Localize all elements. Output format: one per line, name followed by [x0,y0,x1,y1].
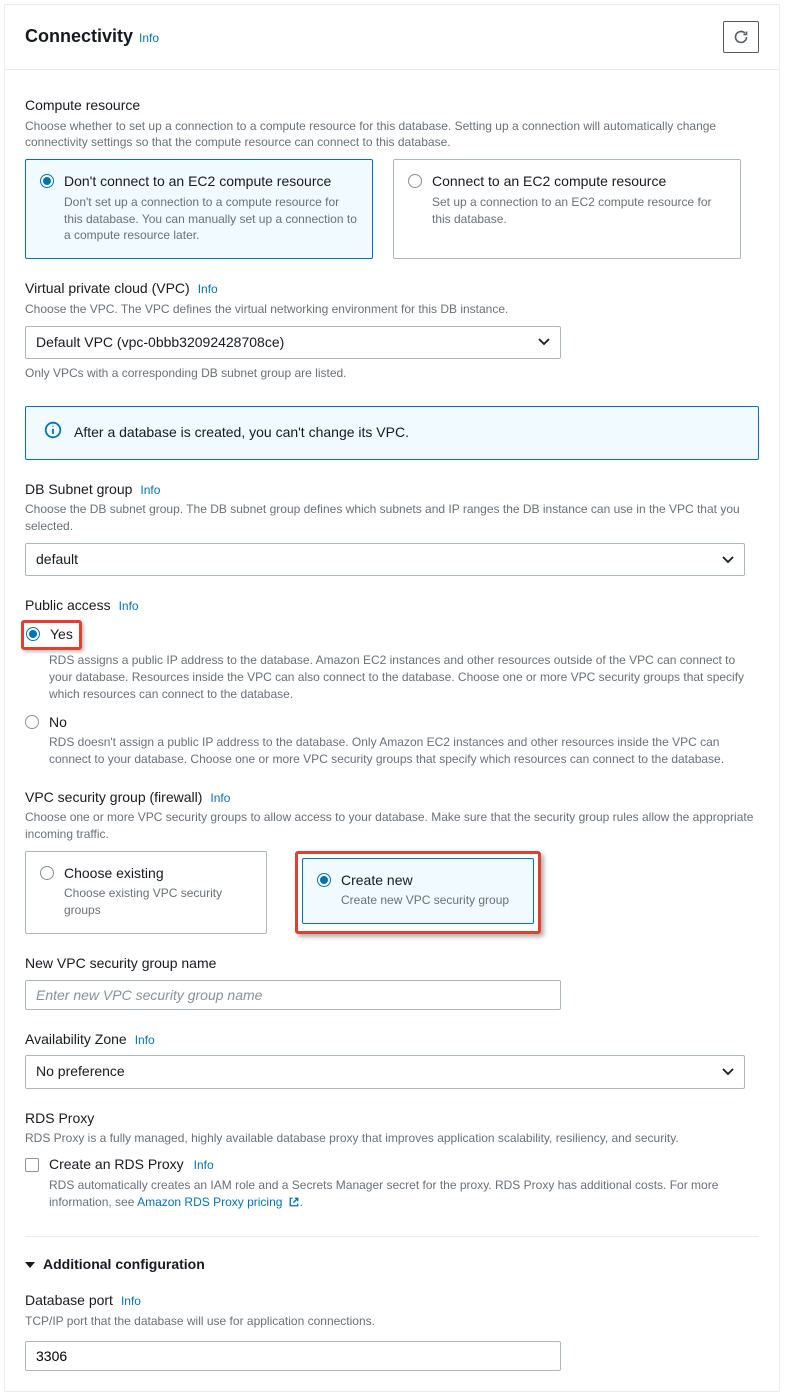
public-info-link[interactable]: Info [119,598,139,615]
vpc-desc: Choose the VPC. The VPC defines the virt… [25,301,759,318]
public-no-radio[interactable]: No [25,713,759,733]
compute-desc: Choose whether to set up a connection to… [25,118,759,152]
option-title: Connect to an EC2 compute resource [432,172,726,192]
port-input[interactable] [25,1341,561,1371]
az-info-link[interactable]: Info [135,1032,155,1049]
radio-icon [317,873,331,887]
caret-down-icon [25,1260,35,1270]
chevron-down-icon [538,338,550,346]
panel-header: Connectivity Info [5,5,779,69]
sg-name-input[interactable] [25,980,561,1010]
alert-text: After a database is created, you can't c… [74,423,409,443]
radio-icon [26,627,40,641]
compute-label: Compute resource [25,96,759,116]
public-yes-label: Yes [50,625,73,645]
vpc-info-link[interactable]: Info [198,281,218,298]
az-select[interactable]: No preference [25,1055,745,1089]
compute-option-connect[interactable]: Connect to an EC2 compute resource Set u… [393,159,741,259]
additional-config-toggle[interactable]: Additional configuration [25,1255,759,1275]
proxy-pricing-link[interactable]: Amazon RDS Proxy pricing [137,1195,300,1209]
connectivity-info-link[interactable]: Info [139,30,159,47]
option-desc: Don't set up a connection to a compute r… [64,194,358,244]
proxy-label: RDS Proxy [25,1109,759,1129]
proxy-info-link[interactable]: Info [194,1157,214,1174]
sg-options: Choose existing Choose existing VPC secu… [25,851,759,934]
subnet-select[interactable]: default [25,543,745,577]
option-desc: Choose existing VPC security groups [64,885,252,919]
az-select-value: No preference [36,1062,125,1082]
option-title: Don't connect to an EC2 compute resource [64,172,358,192]
option-desc: Create new VPC security group [341,892,509,909]
public-label: Public access [25,596,111,616]
proxy-checkbox[interactable] [25,1158,39,1172]
option-desc: Set up a connection to an EC2 compute re… [432,194,726,228]
compute-option-dont-connect[interactable]: Don't connect to an EC2 compute resource… [25,159,373,259]
radio-icon [40,866,54,880]
chevron-down-icon [722,556,734,564]
option-title: Choose existing [64,864,252,884]
panel-body: Compute resource Choose whether to set u… [5,69,779,1391]
refresh-button[interactable] [723,21,759,53]
info-icon [44,421,62,445]
vpc-label: Virtual private cloud (VPC) [25,279,190,299]
vpc-alert: After a database is created, you can't c… [25,406,759,460]
az-label: Availability Zone [25,1030,127,1050]
vpc-hint: Only VPCs with a corresponding DB subnet… [25,365,759,382]
option-title: Create new [341,871,509,891]
radio-icon [25,715,39,729]
vpc-select-value: Default VPC (vpc-0bbb32092428708ce) [36,333,284,353]
port-label: Database port [25,1291,113,1311]
sg-label: VPC security group (firewall) [25,788,202,808]
port-info-link[interactable]: Info [121,1293,141,1310]
public-yes-desc: RDS assigns a public IP address to the d… [49,652,759,702]
refresh-icon [733,29,749,45]
public-no-label: No [49,713,67,733]
connectivity-panel: Connectivity Info Compute resource Choos… [4,4,780,1392]
sg-info-link[interactable]: Info [210,790,230,807]
public-yes-radio[interactable]: Yes [26,625,73,645]
highlight-yes: Yes [21,620,82,650]
sg-option-new[interactable]: Create new Create new VPC security group [302,858,534,924]
public-no-desc: RDS doesn't assign a public IP address t… [49,734,759,768]
radio-icon [40,174,54,188]
sg-option-existing[interactable]: Choose existing Choose existing VPC secu… [25,851,267,934]
external-link-icon [288,1196,300,1208]
vpc-select[interactable]: Default VPC (vpc-0bbb32092428708ce) [25,326,561,360]
proxy-sub: RDS automatically creates an IAM role an… [49,1177,759,1211]
chevron-down-icon [722,1068,734,1076]
proxy-checkbox-label: Create an RDS Proxy [49,1155,184,1175]
subnet-select-value: default [36,550,78,570]
proxy-desc: RDS Proxy is a fully managed, highly ava… [25,1130,759,1147]
sg-desc: Choose one or more VPC security groups t… [25,809,759,843]
compute-options: Don't connect to an EC2 compute resource… [25,159,759,259]
subnet-label: DB Subnet group [25,480,132,500]
panel-title: Connectivity [25,24,133,49]
radio-icon [408,174,422,188]
port-desc: TCP/IP port that the database will use f… [25,1313,759,1330]
divider [25,1236,759,1237]
additional-config-title: Additional configuration [43,1255,205,1275]
subnet-desc: Choose the DB subnet group. The DB subne… [25,501,759,535]
sg-name-label: New VPC security group name [25,954,759,974]
highlight-create-new: Create new Create new VPC security group [295,851,541,934]
subnet-info-link[interactable]: Info [140,482,160,499]
